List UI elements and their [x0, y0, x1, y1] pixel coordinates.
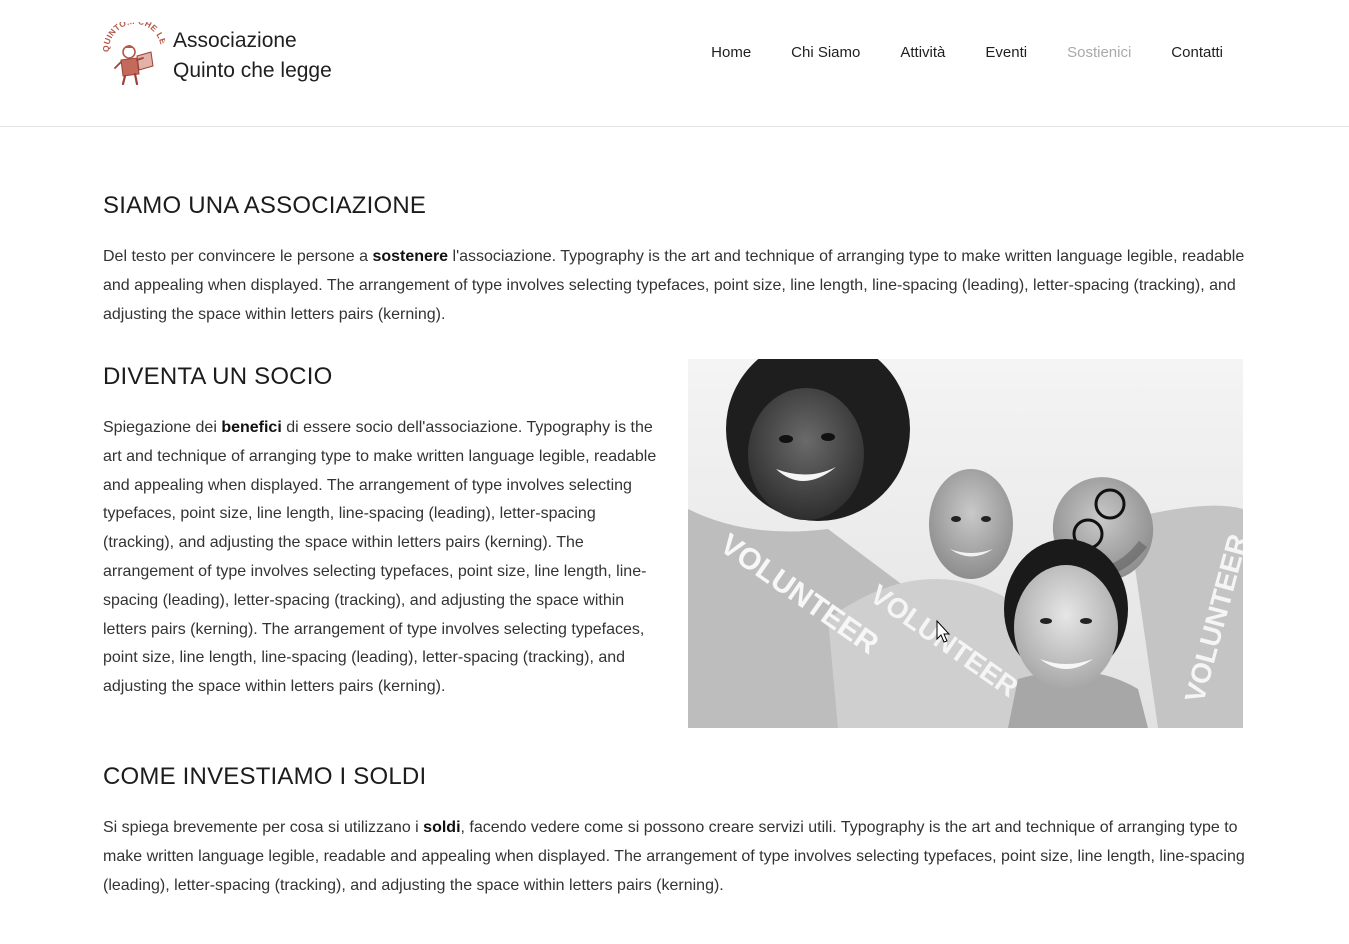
- paragraph-text: Si spiega brevemente per cosa si utilizz…: [103, 819, 424, 836]
- section-paragraph-socio: Spiegazione dei benefici di essere socio…: [103, 414, 658, 702]
- logo[interactable]: QUINTO... CHE LEGGE: [103, 22, 165, 86]
- nav-eventi[interactable]: Eventi: [985, 43, 1027, 63]
- volunteers-photo: VOLUNTEER VOLUNTEER VOLUNTEER: [688, 359, 1243, 728]
- paragraph-text: Del testo per convincere le persone a: [103, 248, 373, 265]
- paragraph-bold-text: sostenere: [372, 248, 449, 265]
- volunteers-illustration: VOLUNTEER VOLUNTEER VOLUNTEER: [688, 359, 1243, 728]
- logo-reader-illustration: QUINTO... CHE LEGGE: [103, 22, 165, 86]
- site-title-line-2: Quinto che legge: [173, 59, 332, 82]
- nav-chi-siamo[interactable]: Chi Siamo: [791, 43, 860, 63]
- paragraph-text: di essere socio dell'associazione. Typog…: [103, 419, 657, 696]
- section-paragraph-soldi: Si spiega brevemente per cosa si utilizz…: [103, 814, 1245, 900]
- site-header: QUINTO... CHE LEGGE Associazione Quinto …: [0, 0, 1349, 127]
- nav-home[interactable]: Home: [711, 43, 751, 63]
- nav-attivita[interactable]: Attività: [900, 43, 945, 63]
- nav-sostienici[interactable]: Sostienici: [1067, 43, 1131, 63]
- paragraph-bold-text: soldi: [423, 819, 461, 836]
- site-title[interactable]: Associazione Quinto che legge: [173, 26, 332, 86]
- section-paragraph-associazione: Del testo per convincere le persone a so…: [103, 243, 1245, 329]
- section-title-diventa-un-socio: DIVENTA UN SOCIO: [103, 363, 333, 390]
- section-title-come-investiamo-i-soldi: COME INVESTIAMO I SOLDI: [103, 763, 427, 790]
- brand[interactable]: QUINTO... CHE LEGGE Associazione Quinto …: [103, 22, 332, 88]
- nav-contatti[interactable]: Contatti: [1171, 43, 1223, 63]
- paragraph-text: Spiegazione dei: [103, 419, 222, 436]
- site-title-line-1: Associazione: [173, 29, 297, 52]
- paragraph-bold-text: benefici: [221, 419, 282, 436]
- main-navigation: Home Chi Siamo Attività Eventi Sostienic…: [671, 43, 1223, 63]
- section-title-siamo-una-associazione: SIAMO UNA ASSOCIAZIONE: [103, 192, 427, 219]
